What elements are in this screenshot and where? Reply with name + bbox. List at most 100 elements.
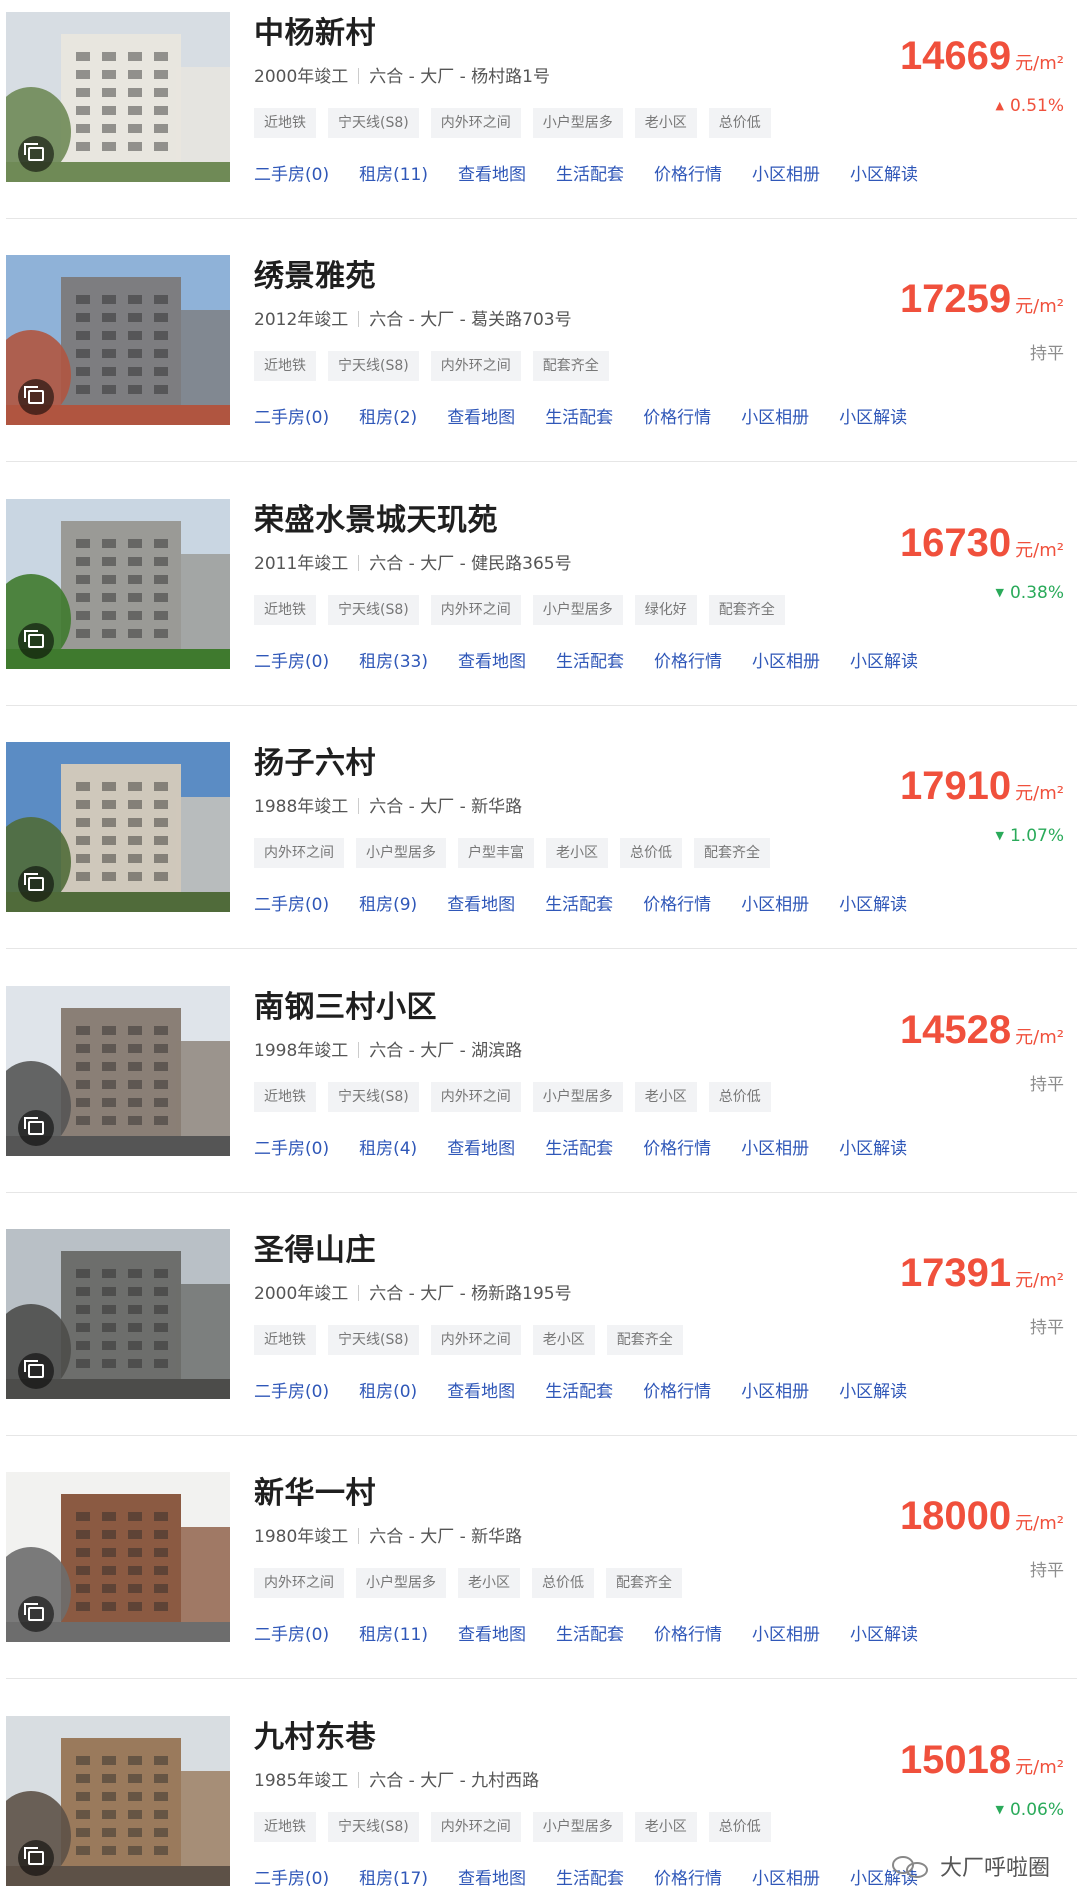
rental-link[interactable]: 租房(2) [359, 403, 417, 428]
map-link[interactable]: 查看地图 [447, 890, 515, 915]
community-photo[interactable] [6, 255, 230, 426]
tag-list: 近地铁 宁天线(S8) 内外环之间 老小区 配套齐全 [254, 1325, 683, 1355]
rental-link[interactable]: 租房(4) [359, 1134, 417, 1159]
community-photo[interactable] [6, 1472, 230, 1643]
price-unit: 元/m² [1015, 539, 1064, 561]
secondhand-link[interactable]: 二手房(0) [254, 1620, 329, 1645]
price-trend-link[interactable]: 价格行情 [654, 1864, 722, 1889]
album-icon[interactable] [18, 136, 54, 172]
price-value: 17391 [899, 1251, 1012, 1295]
map-link[interactable]: 查看地图 [447, 403, 515, 428]
amenities-link[interactable]: 生活配套 [556, 647, 624, 672]
secondhand-link[interactable]: 二手房(0) [254, 1134, 329, 1159]
feature-tag: 内外环之间 [254, 838, 344, 869]
secondhand-link[interactable]: 二手房(0) [254, 403, 329, 428]
community-name[interactable]: 九村东巷 [254, 1712, 376, 1756]
community-name[interactable]: 南钢三村小区 [254, 982, 437, 1026]
analysis-link[interactable]: 小区解读 [839, 1377, 907, 1402]
analysis-link[interactable]: 小区解读 [850, 160, 918, 185]
rental-link[interactable]: 租房(0) [359, 1377, 417, 1402]
price-unit: 元/m² [1015, 1270, 1064, 1291]
amenities-link[interactable]: 生活配套 [545, 1377, 613, 1402]
community-photo[interactable] [6, 1715, 230, 1886]
community-name[interactable]: 荣盛水景城天玑苑 [254, 495, 498, 539]
album-link[interactable]: 小区相册 [741, 1134, 809, 1159]
trend-down-icon: ▼ [995, 829, 1004, 843]
community-name[interactable]: 圣得山庄 [254, 1225, 376, 1269]
secondhand-link[interactable]: 二手房(0) [254, 1377, 329, 1402]
community-name[interactable]: 新华一村 [254, 1468, 376, 1512]
build-year: 2000年竣工 [254, 1284, 349, 1304]
community-photo[interactable] [6, 742, 230, 913]
album-icon[interactable] [18, 866, 54, 903]
analysis-link[interactable]: 小区解读 [839, 403, 907, 428]
amenities-link[interactable]: 生活配套 [556, 1864, 624, 1889]
community-photo[interactable] [6, 1229, 230, 1399]
album-link[interactable]: 小区相册 [741, 403, 809, 428]
album-icon[interactable] [18, 622, 54, 659]
rental-link[interactable]: 租房(33) [359, 647, 428, 672]
map-link[interactable]: 查看地图 [458, 1620, 526, 1645]
album-link[interactable]: 小区相册 [752, 160, 820, 185]
row-divider [6, 704, 1077, 706]
community-listing: 绣景雅苑 2012年竣工 六合 - 大厂 - 葛关路703号 近地铁 宁天线(S8) 内外… [0, 243, 1080, 486]
feature-tag: 近地铁 [254, 1325, 316, 1355]
price-trend-link[interactable]: 价格行情 [643, 403, 711, 428]
album-link[interactable]: 小区相册 [752, 647, 820, 672]
secondhand-link[interactable]: 二手房(0) [254, 647, 329, 672]
map-link[interactable]: 查看地图 [447, 1134, 515, 1159]
row-divider [6, 1191, 1077, 1193]
community-links: 二手房(0) 租房(33) 查看地图 生活配套 价格行情 小区相册 小区解读 [254, 647, 918, 672]
change-value: 持平 [1030, 344, 1064, 365]
album-link[interactable]: 小区相册 [741, 890, 809, 915]
community-location: 六合 - 大厂 - 新华路 [369, 1527, 523, 1548]
amenities-link[interactable]: 生活配套 [556, 160, 624, 185]
album-link[interactable]: 小区相册 [741, 1377, 809, 1402]
album-link[interactable]: 小区相册 [752, 1864, 820, 1889]
change-value: 持平 [1030, 1561, 1064, 1582]
map-link[interactable]: 查看地图 [458, 647, 526, 672]
album-link[interactable]: 小区相册 [752, 1620, 820, 1645]
price-trend-link[interactable]: 价格行情 [643, 1134, 711, 1159]
community-photo[interactable] [6, 12, 230, 182]
community-listing: 中杨新村 2000年竣工 六合 - 大厂 - 杨村路1号 近地铁 宁天线(S8) 内外环之… [0, 0, 1080, 243]
price-value: 17910 [899, 764, 1012, 809]
map-link[interactable]: 查看地图 [458, 160, 526, 185]
secondhand-link[interactable]: 二手房(0) [254, 160, 329, 185]
community-photo[interactable] [6, 498, 230, 669]
rental-link[interactable]: 租房(11) [359, 160, 428, 185]
community-photo[interactable] [6, 985, 230, 1156]
secondhand-link[interactable]: 二手房(0) [254, 1864, 329, 1889]
price-trend-link[interactable]: 价格行情 [654, 647, 722, 672]
rental-link[interactable]: 租房(17) [359, 1864, 428, 1889]
rental-link[interactable]: 租房(11) [359, 1620, 428, 1645]
map-link[interactable]: 查看地图 [458, 1864, 526, 1889]
album-icon[interactable] [18, 1109, 54, 1146]
rental-link[interactable]: 租房(9) [359, 890, 417, 915]
feature-tag: 老小区 [546, 838, 608, 869]
community-name[interactable]: 扬子六村 [254, 738, 376, 782]
price-trend-link[interactable]: 价格行情 [654, 1620, 722, 1645]
community-location: 六合 - 大厂 - 九村西路 [369, 1770, 540, 1791]
secondhand-link[interactable]: 二手房(0) [254, 890, 329, 915]
album-icon[interactable] [18, 1353, 54, 1389]
row-divider [6, 948, 1077, 950]
community-name[interactable]: 绣景雅苑 [254, 251, 376, 295]
price-trend-link[interactable]: 价格行情 [643, 890, 711, 915]
amenities-link[interactable]: 生活配套 [545, 1134, 613, 1159]
amenities-link[interactable]: 生活配套 [545, 890, 613, 915]
analysis-link[interactable]: 小区解读 [839, 890, 907, 915]
price-trend-link[interactable]: 价格行情 [643, 1377, 711, 1402]
community-links: 二手房(0) 租房(0) 查看地图 生活配套 价格行情 小区相册 小区解读 [254, 1377, 907, 1402]
analysis-link[interactable]: 小区解读 [850, 1620, 918, 1645]
analysis-link[interactable]: 小区解读 [850, 647, 918, 672]
tag-list: 近地铁 宁天线(S8) 内外环之间 小户型居多 老小区 总价低 [254, 1811, 771, 1842]
album-icon[interactable] [18, 1839, 54, 1876]
community-name[interactable]: 中杨新村 [254, 8, 376, 52]
amenities-link[interactable]: 生活配套 [556, 1620, 624, 1645]
analysis-link[interactable]: 小区解读 [839, 1134, 907, 1159]
community-location: 六合 - 大厂 - 葛关路703号 [369, 310, 572, 331]
map-link[interactable]: 查看地图 [447, 1377, 515, 1402]
amenities-link[interactable]: 生活配套 [545, 403, 613, 428]
price-trend-link[interactable]: 价格行情 [654, 160, 722, 185]
